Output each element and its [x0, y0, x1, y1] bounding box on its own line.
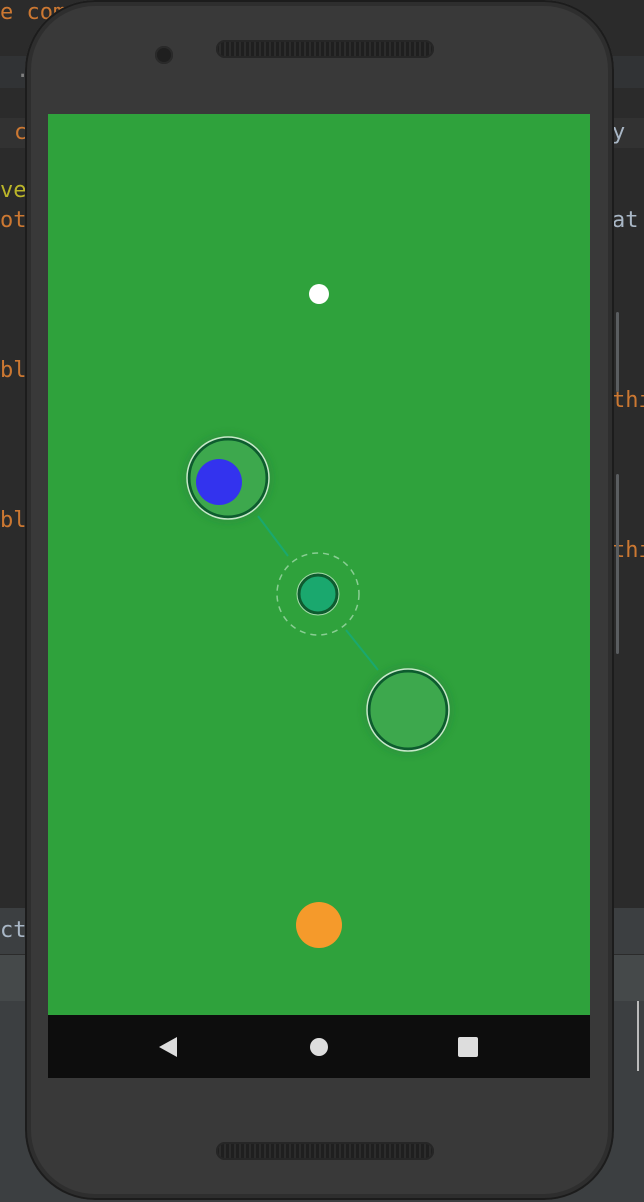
center-node[interactable]: [297, 573, 339, 615]
nav-back-button[interactable]: [138, 1015, 198, 1078]
connector-line: [345, 629, 379, 671]
recents-icon: [458, 1036, 478, 1057]
target-dot: [309, 284, 329, 304]
goal-ball[interactable]: [296, 902, 342, 948]
ide-scrollbar[interactable]: [616, 474, 619, 654]
bottom-speaker-grille: [216, 1142, 434, 1160]
player-ball[interactable]: [196, 459, 242, 505]
code-fragment: ot: [0, 208, 27, 233]
back-icon: [159, 1036, 177, 1057]
code-fragment: at: [612, 208, 639, 233]
nav-recents-button[interactable]: [438, 1015, 498, 1078]
game-screen[interactable]: [48, 114, 590, 1015]
code-fragment: bl: [0, 508, 27, 533]
top-speaker-grille: [216, 40, 434, 58]
ide-scrollbar[interactable]: [616, 312, 619, 392]
nav-home-button[interactable]: [289, 1015, 349, 1078]
android-nav-bar: [48, 1015, 590, 1078]
end-node[interactable]: [367, 669, 449, 751]
code-fragment: bl: [0, 358, 27, 383]
game-canvas[interactable]: [48, 114, 590, 1015]
ide-panel-divider: [637, 1001, 639, 1071]
connector-line: [257, 515, 289, 557]
front-camera-icon: [155, 46, 173, 64]
home-icon: [310, 1037, 328, 1056]
code-fragment: ve: [0, 178, 27, 203]
